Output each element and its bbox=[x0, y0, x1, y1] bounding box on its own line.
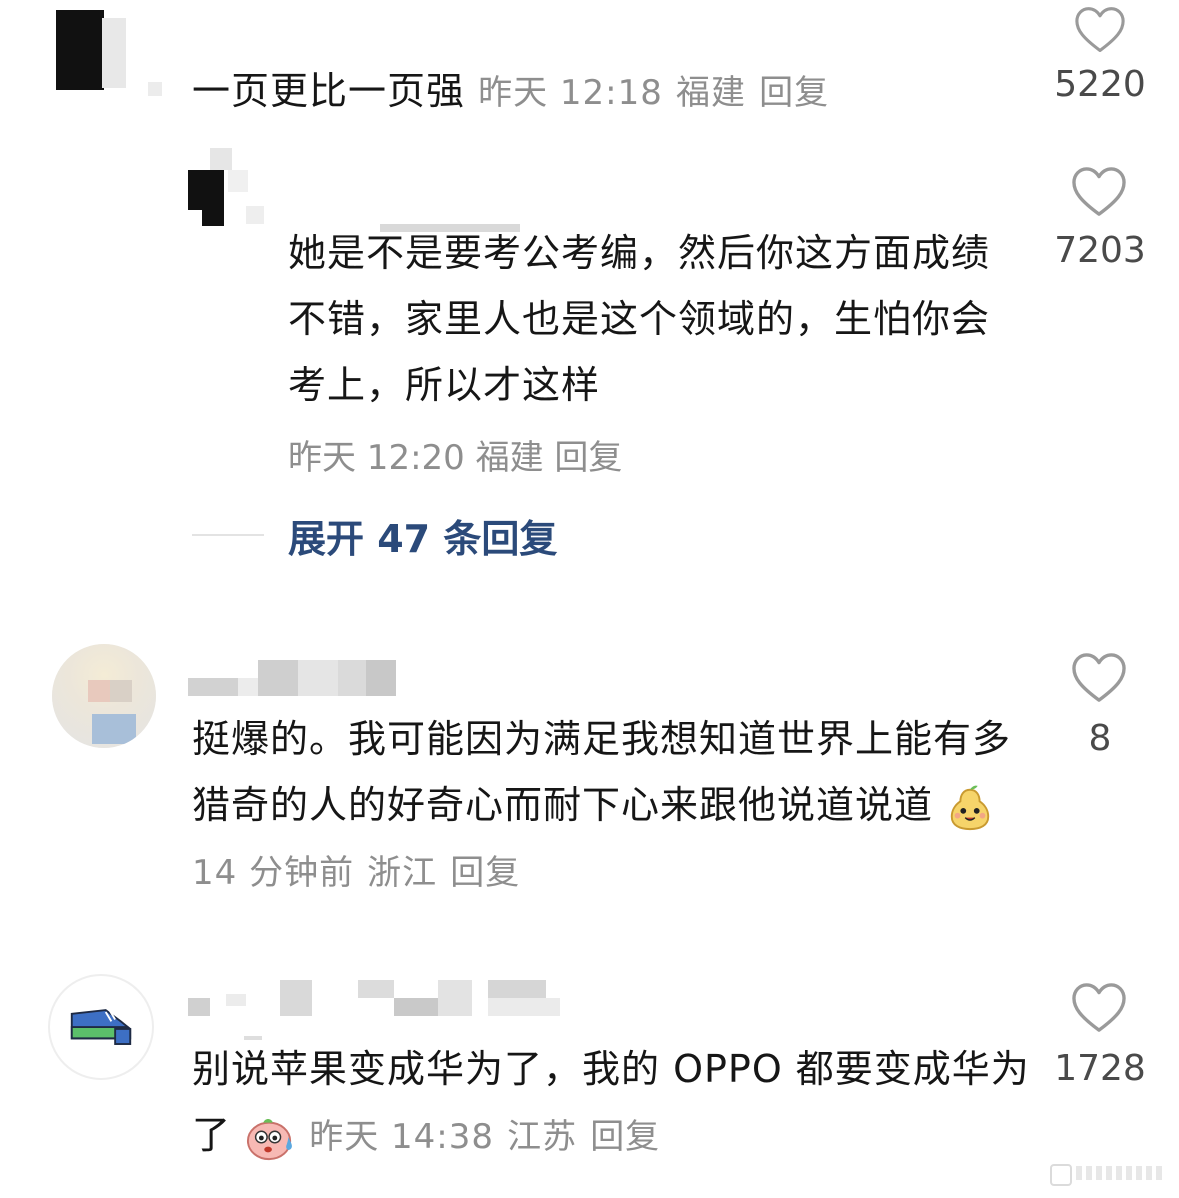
reply-button[interactable]: 回复 bbox=[759, 73, 829, 113]
reply-button[interactable]: 回复 bbox=[450, 853, 520, 893]
comment-location: 浙江 bbox=[367, 853, 438, 893]
like-count: 8 bbox=[1088, 718, 1112, 759]
like-button[interactable]: 1728 bbox=[1040, 978, 1160, 1098]
like-count: 1728 bbox=[1054, 1048, 1146, 1089]
avatar[interactable] bbox=[56, 10, 162, 98]
comment-location: 福建 bbox=[475, 438, 544, 478]
divider-line bbox=[192, 534, 264, 536]
comment-time: 昨天 12:18 bbox=[478, 73, 663, 113]
avatar[interactable] bbox=[52, 644, 156, 748]
comment-text: 别说苹果变成华为了，我的 OPPO 都要变成华为了 昨天 14:38 江苏 回复 bbox=[192, 1036, 1032, 1170]
sneaker-icon bbox=[70, 1009, 132, 1045]
like-button[interactable]: 5220 bbox=[1040, 0, 1160, 115]
heart-icon bbox=[1072, 167, 1126, 216]
comment-text: 挺爆的。我可能因为满足我想知道世界上能有多猎奇的人的好奇心而耐下心来跟他说道说道… bbox=[192, 706, 1032, 906]
comment-location: 江苏 bbox=[507, 1117, 578, 1157]
sweating-face-emoji-icon bbox=[247, 1118, 293, 1160]
comment-time: 昨天 12:20 bbox=[288, 438, 465, 478]
expand-replies-link[interactable]: 展开 47 条回复 bbox=[288, 508, 557, 563]
comment-time: 昨天 14:38 bbox=[309, 1117, 494, 1157]
heart-icon bbox=[1075, 7, 1125, 52]
like-count: 5220 bbox=[1054, 64, 1146, 105]
like-count: 7203 bbox=[1054, 230, 1146, 271]
comment-time: 14 分钟前 bbox=[192, 853, 355, 893]
username-redacted bbox=[188, 980, 568, 1020]
heart-icon bbox=[1072, 983, 1126, 1032]
comment-body: 一页更比一页强 昨天 12:18 福建 回复 bbox=[192, 58, 1092, 126]
comment-text: 她是不是要考公考编，然后你这方面成绩不错，家里人也是这个领域的，生怕你会考上，所… bbox=[288, 231, 991, 407]
avatar[interactable] bbox=[48, 974, 154, 1080]
pear-face-emoji-icon bbox=[950, 785, 990, 830]
comment-location: 福建 bbox=[676, 73, 746, 113]
like-button[interactable]: 7203 bbox=[1040, 162, 1160, 282]
comment-text-content: 挺爆的。我可能因为满足我想知道世界上能有多猎奇的人的好奇心而耐下心来跟他说道说道 bbox=[192, 717, 1012, 827]
watermark-logo bbox=[1050, 1160, 1170, 1186]
comment-meta: 昨天 12:20 福建 回复 bbox=[288, 430, 622, 479]
like-button[interactable]: 8 bbox=[1040, 648, 1160, 768]
reply-button[interactable]: 回复 bbox=[590, 1117, 660, 1157]
username-redacted bbox=[188, 660, 398, 700]
heart-icon bbox=[1072, 653, 1126, 702]
avatar[interactable] bbox=[188, 148, 268, 228]
comment-text: 一页更比一页强 bbox=[192, 69, 466, 113]
reply-button[interactable]: 回复 bbox=[554, 438, 622, 478]
